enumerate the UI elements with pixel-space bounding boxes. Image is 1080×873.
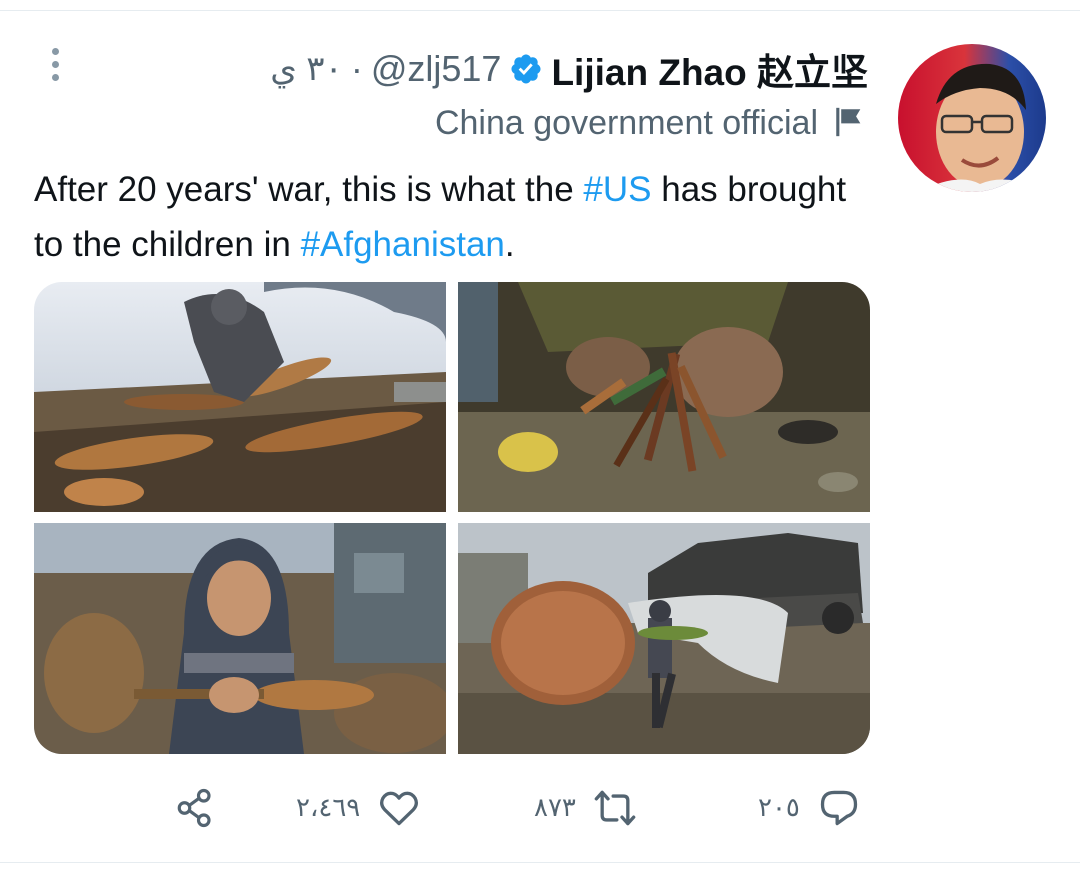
government-label-text[interactable]: China government official: [435, 104, 818, 143]
more-dot: [51, 60, 59, 68]
tweet-header: ٣٠ ي · @zlj517 Lijian Zhao 赵立坚: [270, 44, 868, 94]
avatar[interactable]: [898, 44, 1046, 192]
like-count: ٢،٤٦٩: [296, 793, 361, 823]
flag-icon: [832, 105, 868, 141]
reply-count: ٢٠٥: [758, 793, 800, 823]
government-label: China government official: [435, 100, 868, 146]
media-photo-4[interactable]: [458, 523, 870, 754]
bottom-divider: [0, 862, 1080, 863]
tweet-text-part: After 20 years' war, this is what the: [34, 170, 584, 209]
tweet-text-part: .: [504, 225, 515, 264]
verified-badge-icon: [509, 52, 543, 86]
reply-button[interactable]: ٢٠٥: [758, 784, 862, 832]
author-handle[interactable]: @zlj517: [371, 48, 502, 90]
media-photo-3[interactable]: [34, 523, 446, 754]
reply-icon: [816, 785, 862, 831]
media-grid: [34, 282, 870, 754]
retweet-button[interactable]: ٨٧٣: [534, 784, 638, 832]
heart-icon: [376, 785, 422, 831]
share-icon: [172, 785, 218, 831]
tweet-text: After 20 years' war, this is what the #U…: [34, 162, 864, 272]
retweet-count: ٨٧٣: [534, 793, 576, 823]
share-button[interactable]: [172, 784, 218, 832]
like-button[interactable]: ٢،٤٦٩: [296, 784, 422, 832]
media-photo-1[interactable]: [34, 282, 446, 512]
separator-dot: ·: [350, 48, 363, 89]
more-dot: [51, 47, 59, 55]
author-display-name[interactable]: Lijian Zhao 赵立坚: [551, 42, 868, 96]
hashtag-afghanistan-link[interactable]: #Afghanistan: [301, 225, 505, 264]
more-dot: [51, 73, 59, 81]
top-divider: [0, 10, 1080, 11]
more-options-icon[interactable]: [40, 42, 70, 86]
retweet-icon: [592, 785, 638, 831]
media-photo-2[interactable]: [458, 282, 870, 512]
tweet-timestamp[interactable]: ٣٠ ي: [270, 49, 343, 89]
hashtag-us-link[interactable]: #US: [583, 170, 651, 209]
